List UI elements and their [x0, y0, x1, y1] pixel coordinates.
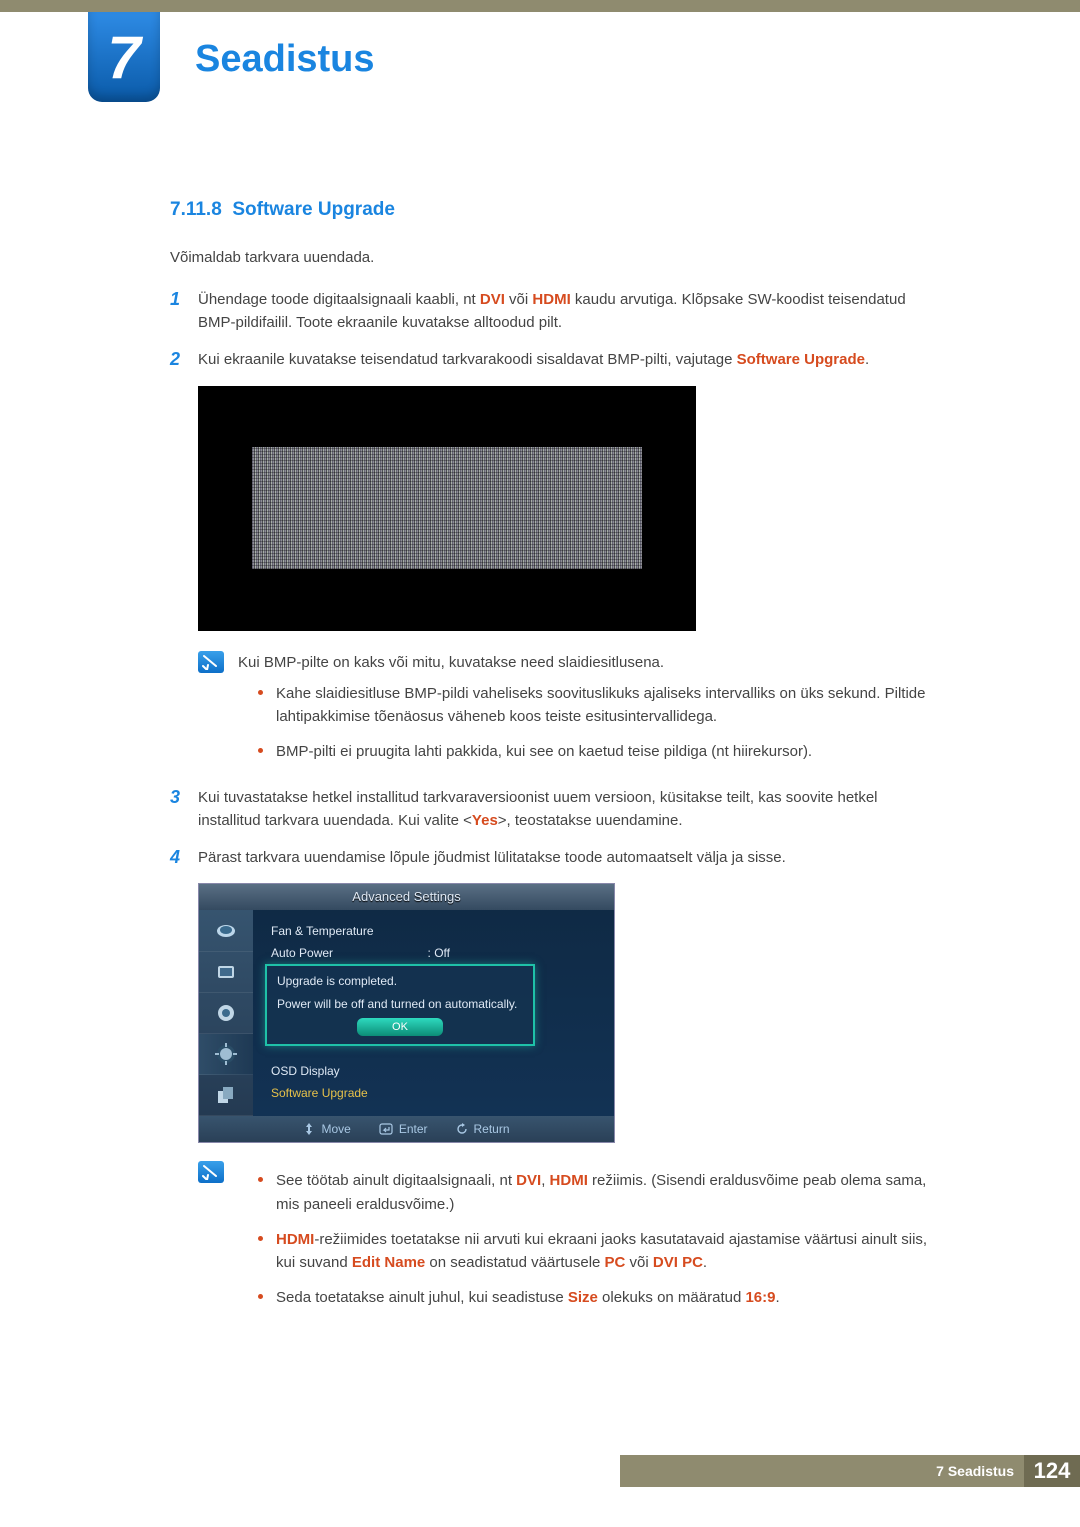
- osd-nav-icon: [199, 993, 253, 1034]
- highlight-hdmi: HDMI: [532, 291, 570, 308]
- osd-row-software-upgrade: Software Upgrade: [271, 1082, 600, 1104]
- highlight-dvi: DVI: [480, 291, 505, 308]
- osd-title: Advanced Settings: [199, 884, 614, 910]
- step-number: 4: [170, 846, 198, 869]
- step-number: 1: [170, 288, 198, 335]
- footer-page-number: 124: [1024, 1455, 1080, 1487]
- osd-nav-icon: [199, 1075, 253, 1116]
- note2-bullet-2: HDMI-režiimides toetatakse nii arvuti ku…: [258, 1228, 940, 1275]
- step-4: 4 Pärast tarkvara uuendamise lõpule jõud…: [170, 846, 940, 869]
- section-title: Software Upgrade: [232, 199, 395, 220]
- note-block-2: See töötab ainult digitaalsignaali, nt D…: [198, 1161, 940, 1321]
- osd-hint-move: Move: [303, 1120, 350, 1139]
- section-intro: Võimaldab tarkvara uuendada.: [170, 246, 940, 269]
- chapter-number-badge: 7: [88, 12, 160, 102]
- step-2: 2 Kui ekraanile kuvatakse teisendatud ta…: [170, 348, 940, 371]
- osd-hint-enter: Enter: [379, 1120, 428, 1139]
- highlight-software-upgrade: Software Upgrade: [737, 351, 865, 368]
- osd-screenshot: Advanced Settings Fan & Temperature Auto…: [198, 883, 615, 1143]
- osd-ok-button[interactable]: OK: [357, 1018, 443, 1036]
- osd-dialog-line2: Power will be off and turned on automati…: [277, 995, 523, 1014]
- osd-dialog-line1: Upgrade is completed.: [277, 972, 523, 991]
- step-number: 3: [170, 786, 198, 833]
- step-number: 2: [170, 348, 198, 371]
- osd-row-fan: Fan & Temperature: [271, 920, 600, 942]
- note-icon: [198, 651, 224, 673]
- osd-nav-icon: [199, 952, 253, 993]
- osd-sidebar: [199, 910, 253, 1116]
- osd-nav-icon: [199, 910, 253, 951]
- step-3: 3 Kui tuvastatakse hetkel installitud ta…: [170, 786, 940, 833]
- chapter-title: Seadistus: [195, 38, 375, 81]
- note-block-1: Kui BMP-pilte on kaks või mitu, kuvataks…: [198, 651, 940, 776]
- osd-hint-return: Return: [456, 1120, 510, 1139]
- bmp-screenshot: [198, 386, 696, 631]
- osd-row-autopower: Auto Power: Off: [271, 942, 600, 964]
- section-heading: 7.11.8 Software Upgrade: [170, 195, 940, 224]
- note-icon: [198, 1161, 224, 1183]
- note2-bullet-1: See töötab ainult digitaalsignaali, nt D…: [258, 1169, 940, 1216]
- osd-footer: Move Enter Return: [199, 1116, 614, 1142]
- note1-bullet-1: Kahe slaidiesitluse BMP-pildi vaheliseks…: [258, 682, 940, 729]
- step-1: 1 Ühendage toode digitaalsignaali kaabli…: [170, 288, 940, 335]
- osd-nav-icon-selected: [199, 1034, 253, 1075]
- highlight-yes: Yes: [472, 812, 498, 829]
- osd-row-osd-display: OSD Display: [271, 1060, 600, 1082]
- note2-bullet-3: Seda toetatakse ainult juhul, kui seadis…: [258, 1286, 940, 1309]
- section-number: 7.11.8: [170, 199, 222, 220]
- note1-bullet-2: BMP-pilti ei pruugita lahti pakkida, kui…: [258, 740, 940, 763]
- note1-lead: Kui BMP-pilte on kaks või mitu, kuvataks…: [238, 651, 940, 674]
- osd-dialog: Upgrade is completed. Power will be off …: [265, 964, 535, 1045]
- footer-chapter: 7 Seadistus: [936, 1463, 1014, 1479]
